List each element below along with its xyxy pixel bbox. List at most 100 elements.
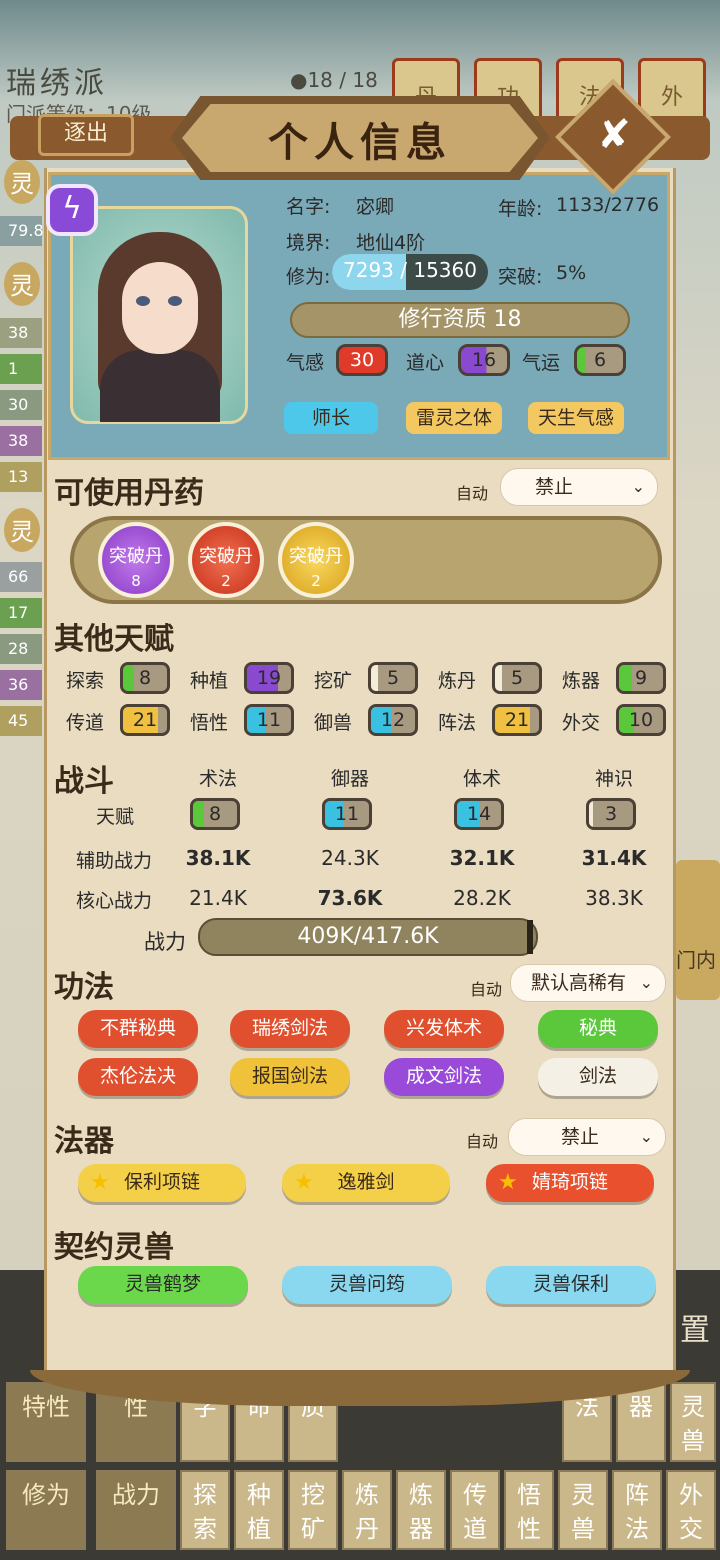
faqi-auto-dropdown[interactable]: 禁止 ⌄ — [508, 1118, 666, 1156]
pill-name: 突破丹 — [199, 546, 253, 567]
person-icon: ● — [290, 68, 308, 92]
portrait-eye — [168, 296, 182, 306]
grid-cell[interactable]: 灵兽 — [558, 1470, 608, 1550]
talent-label: 悟性 — [190, 712, 229, 734]
talent-chip: 21 — [120, 704, 170, 736]
combat-talent-value: 8 — [208, 803, 222, 825]
power-bar-marker — [526, 920, 533, 954]
side-badge: 灵 — [4, 508, 40, 552]
grid-cell[interactable]: 探索 — [180, 1470, 230, 1550]
beast-button[interactable]: 灵兽保利 — [486, 1266, 656, 1304]
side-badge: 灵 — [4, 160, 40, 204]
talent-value: 5 — [510, 667, 524, 689]
side-number: 13 — [0, 462, 42, 492]
grid-cell[interactable]: 悟性 — [504, 1470, 554, 1550]
talent-label: 炼器 — [562, 670, 601, 692]
settings-label[interactable]: 置 — [680, 1305, 710, 1349]
tab-scroll-wai[interactable]: 外 — [638, 58, 706, 122]
gongfa-button[interactable]: 剑法 — [538, 1058, 658, 1096]
pill-item[interactable]: 突破丹 2 — [278, 522, 354, 598]
age-label: 年龄: — [498, 198, 543, 220]
pill-count: 2 — [311, 572, 321, 590]
talent-chip: 11 — [244, 704, 294, 736]
chevron-down-icon: ⌄ — [631, 477, 645, 496]
realm-value: 地仙4阶 — [356, 232, 426, 254]
beast-button[interactable]: 灵兽问筠 — [282, 1266, 452, 1304]
grid-cell[interactable]: 战力 — [96, 1470, 176, 1550]
combat-talent-chip: 11 — [322, 798, 372, 830]
age-value: 1133/2776 — [556, 194, 660, 216]
grid-cell[interactable]: 修为 — [6, 1470, 86, 1550]
gongfa-button[interactable]: 秘典 — [538, 1010, 658, 1048]
core-power-value: 21.4K — [189, 886, 247, 910]
talent-label: 外交 — [562, 712, 601, 734]
gongfa-button[interactable]: 不群秘典 — [78, 1010, 198, 1048]
core-power-value: 73.6K — [317, 886, 383, 910]
gongfa-button[interactable]: 兴发体术 — [384, 1010, 504, 1048]
dropdown-value: 默认高稀有 — [531, 972, 627, 994]
talent-chip: 10 — [616, 704, 666, 736]
pills-auto-label: 自动 — [456, 484, 489, 503]
grid-cell[interactable]: 灵兽 — [670, 1382, 716, 1462]
side-number: 38 — [0, 318, 42, 348]
star-icon: ★ — [90, 1170, 110, 1195]
daoxin-label: 道心 — [406, 352, 445, 374]
gongfa-auto-dropdown[interactable]: 默认高稀有 ⌄ — [510, 964, 666, 1002]
faqi-button[interactable]: ★ 保利项链 — [78, 1164, 246, 1202]
right-flag-button[interactable]: 门内 — [676, 860, 720, 1000]
gongfa-button[interactable]: 杰伦法决 — [78, 1058, 198, 1096]
talents-section-title: 其他天赋 — [54, 622, 174, 657]
talent-value: 11 — [256, 709, 282, 731]
grid-cell[interactable]: 种植 — [234, 1470, 284, 1550]
grid-cell[interactable]: 外交 — [666, 1470, 716, 1550]
portrait-eye — [136, 296, 150, 306]
close-icon[interactable]: ✘ — [592, 112, 636, 160]
grid-cell[interactable]: 阵法 — [612, 1470, 662, 1550]
beasts-section-title: 契约灵兽 — [54, 1230, 174, 1265]
grid-cell[interactable]: 特性 — [6, 1382, 86, 1462]
tag-mentor[interactable]: 师长 — [284, 402, 378, 434]
combat-talent-chip: 3 — [586, 798, 636, 830]
tag-innate-qi[interactable]: 天生气感 — [528, 402, 624, 434]
breakthrough-value: 5% — [556, 262, 587, 284]
talent-value: 9 — [634, 667, 648, 689]
beast-button[interactable]: 灵兽鹤梦 — [78, 1266, 248, 1304]
faqi-button[interactable]: ★ 婧琦项链 — [486, 1164, 654, 1202]
side-number: 36 — [0, 670, 42, 700]
gongfa-button[interactable]: 报国剑法 — [230, 1058, 350, 1096]
grid-cell[interactable]: 传道 — [450, 1470, 500, 1550]
qigan-value: 30 — [336, 344, 388, 376]
talent-chip: 19 — [244, 662, 294, 694]
pill-item[interactable]: 突破丹 2 — [188, 522, 264, 598]
pills-auto-dropdown[interactable]: 禁止 ⌄ — [500, 468, 658, 506]
side-badge: 灵 — [4, 262, 40, 306]
lightning-icon[interactable]: ϟ — [46, 184, 98, 236]
aptitude-bar: 修行资质 18 — [290, 302, 630, 338]
gongfa-auto-label: 自动 — [470, 980, 503, 999]
grid-cell[interactable]: 器 — [616, 1382, 666, 1462]
combat-talent-chip: 8 — [190, 798, 240, 830]
grid-cell[interactable]: 挖矿 — [288, 1470, 338, 1550]
talent-value: 21 — [132, 709, 158, 731]
faqi-button[interactable]: ★ 逸雅剑 — [282, 1164, 450, 1202]
name-value: 宓卿 — [356, 196, 395, 218]
combat-talent-chip: 14 — [454, 798, 504, 830]
grid-cell[interactable]: 炼器 — [396, 1470, 446, 1550]
combat-col-spell: 术法 — [198, 768, 237, 790]
talent-label: 种植 — [190, 670, 229, 692]
portrait-body — [100, 350, 220, 422]
talent-chip: 8 — [120, 662, 170, 694]
right-flag-label: 门内 — [676, 948, 716, 972]
tag-thunder-body[interactable]: 雷灵之体 — [406, 402, 502, 434]
pill-item[interactable]: 突破丹 8 — [98, 522, 174, 598]
qiyun-value: 6 — [574, 344, 626, 376]
faqi-auto-label: 自动 — [466, 1132, 499, 1151]
gongfa-button[interactable]: 瑞绣剑法 — [230, 1010, 350, 1048]
exit-button[interactable]: 逐出 — [38, 114, 134, 156]
aux-power-value: 32.1K — [449, 846, 515, 870]
combat-talent-value: 11 — [334, 803, 360, 825]
side-number: 28 — [0, 634, 42, 664]
grid-cell[interactable]: 炼丹 — [342, 1470, 392, 1550]
talent-chip: 9 — [616, 662, 666, 694]
gongfa-button[interactable]: 成文剑法 — [384, 1058, 504, 1096]
